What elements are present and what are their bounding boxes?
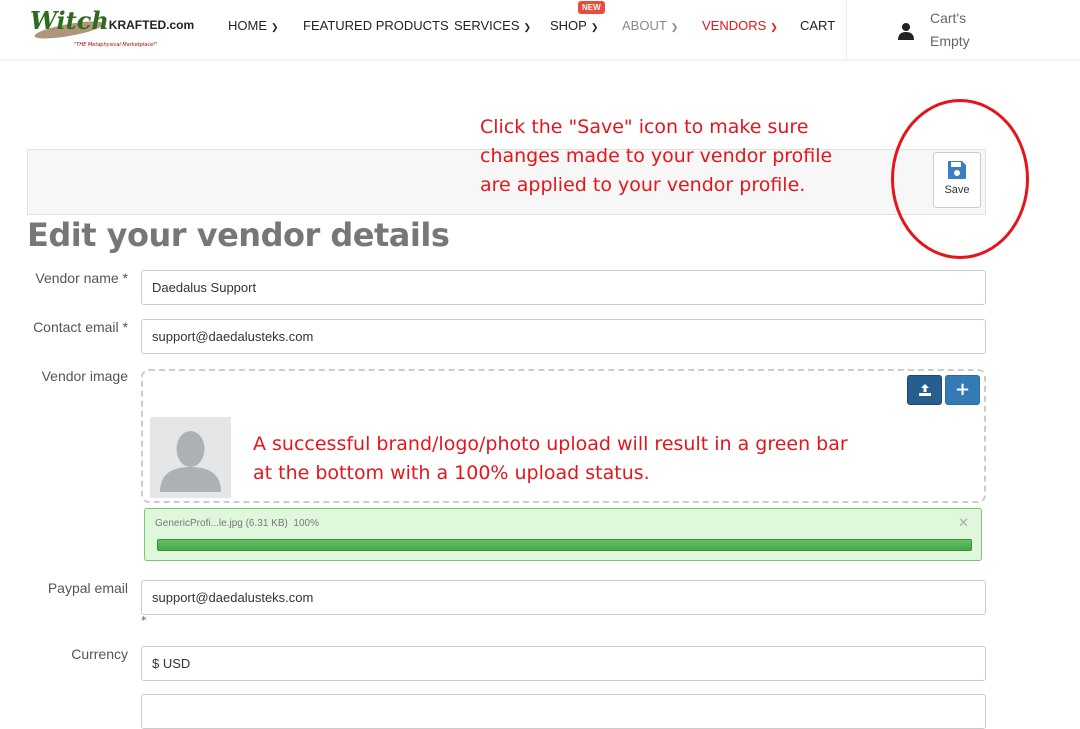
user-silhouette-icon <box>160 431 221 492</box>
upload-annotation: A successful brand/logo/photo upload wil… <box>253 433 848 484</box>
upload-progress-panel: GenericProfi...le.jpg (6.31 KB) 100% ✕ <box>144 508 982 561</box>
paypal-email-input[interactable]: support@daedalusteks.com <box>141 580 986 615</box>
currency-label: Currency <box>71 646 128 662</box>
vendor-name-label: Vendor name * <box>35 270 128 286</box>
contact-email-label: Contact email * <box>33 319 128 335</box>
upload-button[interactable] <box>907 375 942 405</box>
chevron-down-icon: ❯ <box>590 22 599 32</box>
avatar-placeholder <box>150 417 231 498</box>
nav-vendors[interactable]: VENDORS ❯ <box>702 18 778 33</box>
page-title: Edit your vendor details <box>27 216 450 254</box>
upload-percent: 100% <box>293 518 319 529</box>
vendor-image-label: Vendor image <box>41 368 128 384</box>
chevron-down-icon: ❯ <box>670 22 679 32</box>
new-badge: NEW <box>578 1 605 14</box>
paypal-email-label: Paypal email <box>47 580 128 596</box>
divider <box>846 0 847 60</box>
nav-services[interactable]: SERVICES ❯ <box>454 18 531 33</box>
nav-shop[interactable]: SHOP ❯ <box>550 18 598 33</box>
next-field-input[interactable] <box>141 694 986 729</box>
floppy-disk-icon <box>948 161 966 179</box>
nav-featured-products[interactable]: FEATURED PRODUCTS <box>303 18 449 33</box>
site-header: WitchKRAFTED.com "THE Metaphysical Marke… <box>0 0 1080 60</box>
user-icon[interactable] <box>898 22 914 40</box>
cart-status[interactable]: Cart's Empty <box>930 7 970 53</box>
nav-home[interactable]: HOME ❯ <box>228 18 279 33</box>
contact-email-input[interactable]: support@daedalusteks.com <box>141 319 986 354</box>
plus-icon: + <box>954 379 971 400</box>
currency-select[interactable]: $ USD <box>141 646 986 681</box>
close-icon[interactable]: ✕ <box>958 516 969 531</box>
progress-fill <box>157 539 972 551</box>
add-image-button[interactable]: + <box>945 375 980 405</box>
vendor-name-input[interactable]: Daedalus Support <box>141 270 986 305</box>
chevron-down-icon: ❯ <box>523 22 532 32</box>
chevron-down-icon: ❯ <box>271 22 279 32</box>
logo-tagline: "THE Metaphysical Marketplace!" <box>74 42 158 48</box>
required-mark: * <box>141 614 147 627</box>
upload-icon <box>918 384 931 396</box>
chevron-down-icon: ❯ <box>770 22 778 32</box>
save-button[interactable]: Save <box>933 152 981 208</box>
progress-bar <box>157 539 972 551</box>
upload-file-name: GenericProfi...le.jpg (6.31 KB) <box>155 518 288 529</box>
nav-cart[interactable]: CART <box>800 18 835 33</box>
save-annotation: Click the "Save" icon to make sure chang… <box>480 116 833 196</box>
nav-about[interactable]: ABOUT ❯ <box>622 18 678 33</box>
logo-text: WitchKRAFTED.com <box>30 6 195 35</box>
site-logo[interactable]: WitchKRAFTED.com "THE Metaphysical Marke… <box>30 4 194 52</box>
